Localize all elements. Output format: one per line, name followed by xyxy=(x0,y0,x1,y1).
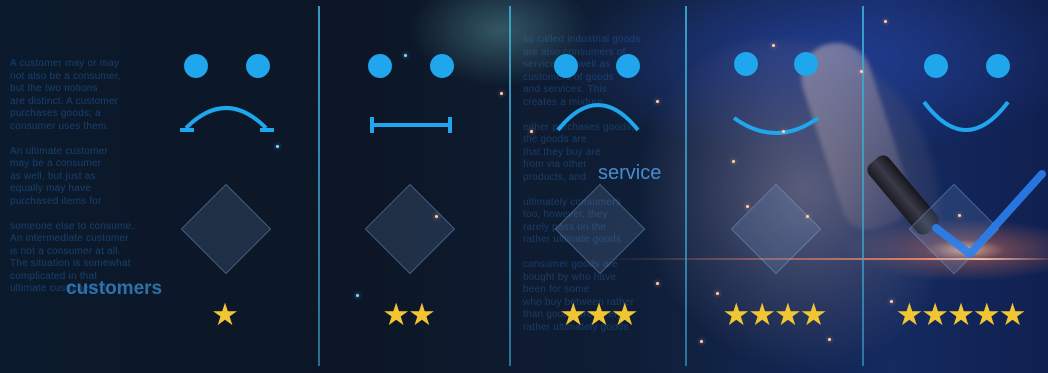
background-text-left: A customer may or may not also be a cons… xyxy=(10,58,135,294)
star-rating-4: ★★★★ xyxy=(722,297,827,332)
rating-option-4-star[interactable]: ★★★★ xyxy=(686,0,862,373)
sparkle xyxy=(700,340,703,343)
sparkle xyxy=(732,160,735,163)
star-rating-1: ★ xyxy=(211,297,239,332)
sparkle xyxy=(746,205,749,208)
sparkle xyxy=(530,130,533,133)
sparkle xyxy=(806,215,809,218)
sparkle xyxy=(884,20,887,23)
happy-face-icon xyxy=(922,54,1010,132)
sparkle xyxy=(500,92,503,95)
star-rating-2: ★★ xyxy=(382,297,436,332)
sparkle xyxy=(772,44,775,47)
rating-option-1-star[interactable]: ★ xyxy=(136,0,312,373)
smile-face-icon xyxy=(732,52,820,135)
sparkle xyxy=(958,214,961,217)
neutral-face-icon xyxy=(368,54,454,133)
sparkle xyxy=(656,100,659,103)
rating-diamond xyxy=(364,183,456,275)
sparkle xyxy=(276,145,279,148)
rating-diamond xyxy=(180,183,272,275)
sparkle xyxy=(404,54,407,57)
sparkle xyxy=(890,300,893,303)
check-icon xyxy=(932,170,1046,258)
rating-diamond xyxy=(554,183,646,275)
rating-option-2-star[interactable]: ★★ xyxy=(320,0,496,373)
sparkle xyxy=(356,294,359,297)
sparkle xyxy=(782,130,785,133)
frown-face-icon xyxy=(554,54,640,132)
sparkle xyxy=(656,282,659,285)
sparkle xyxy=(435,215,438,218)
sparkle xyxy=(828,338,831,341)
customer-rating-scene: A customer may or may not also be a cons… xyxy=(0,0,1048,373)
rating-option-3-star[interactable]: ★★★ xyxy=(510,0,686,373)
sad-face-icon xyxy=(180,54,274,132)
star-rating-3: ★★★ xyxy=(559,297,638,332)
sparkle xyxy=(716,292,719,295)
sparkle xyxy=(860,70,863,73)
rating-diamond xyxy=(730,183,822,275)
star-rating-5: ★★★★★ xyxy=(895,297,1027,332)
